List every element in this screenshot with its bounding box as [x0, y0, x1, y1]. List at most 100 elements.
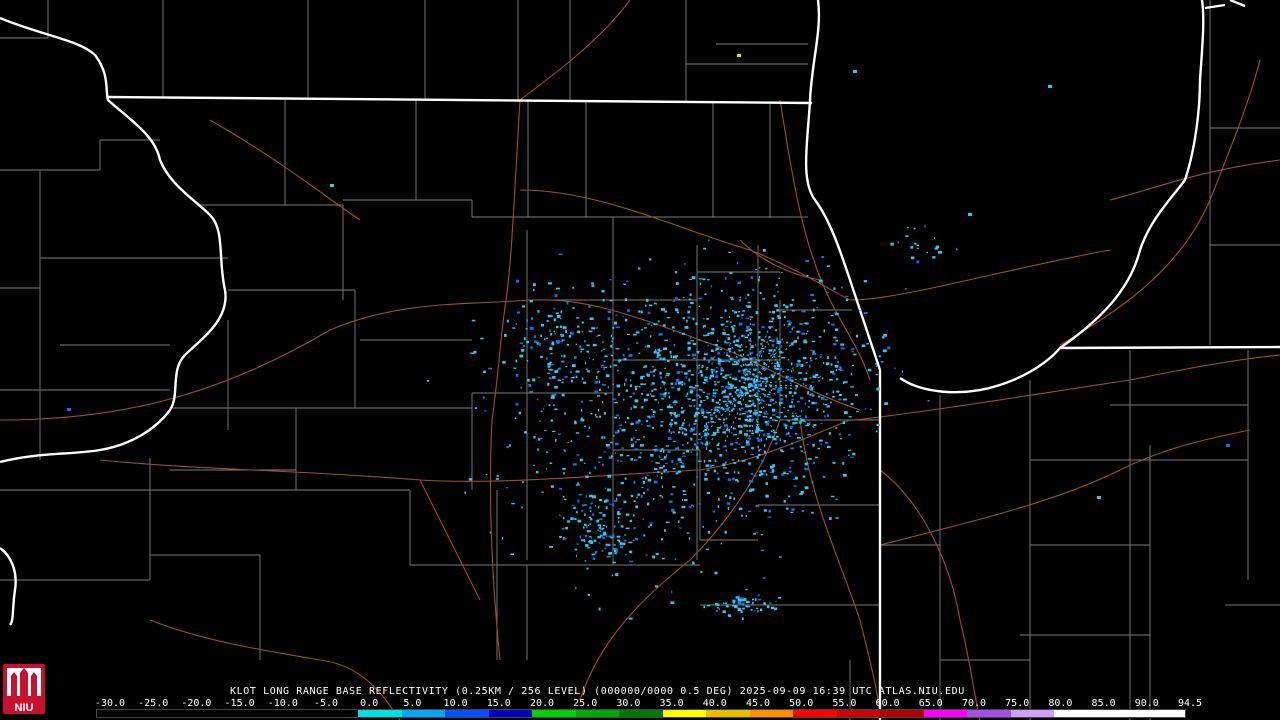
echo-pixel [649, 370, 653, 373]
colorbar-segment [401, 710, 446, 717]
echo-pixel [625, 389, 629, 392]
echo-pixel [726, 502, 731, 505]
echo-pixel [737, 281, 741, 284]
echo-pixel [750, 609, 753, 611]
echo-pixel [675, 362, 679, 366]
echo-pixel [661, 448, 664, 450]
echo-pixel [767, 413, 769, 415]
colorbar-segment [1054, 710, 1098, 717]
echo-pixel [779, 438, 781, 441]
echo-pixel [771, 317, 775, 320]
echo-pixel [624, 298, 627, 301]
echo-pixel [621, 447, 624, 449]
echo-pixel [702, 430, 704, 432]
echo-pixel [722, 431, 727, 434]
echo-pixel [613, 544, 616, 546]
echo-pixel [618, 516, 620, 519]
product-title: KLOT LONG RANGE BASE REFLECTIVITY (0.25K… [230, 686, 965, 697]
echo-pixel [772, 388, 776, 390]
echo-pixel [682, 452, 685, 455]
echo-pixel [720, 523, 723, 525]
echo-pixel [826, 414, 830, 417]
echo-pixel [812, 308, 815, 312]
echo-pixel [703, 399, 706, 401]
echo-pixel [733, 324, 736, 327]
echo-pixel [749, 479, 754, 483]
echo-pixel [544, 430, 547, 432]
echo-pixel [664, 392, 667, 394]
colorbar-segment [749, 710, 794, 717]
echo-pixel [729, 272, 733, 275]
echo-pixel [650, 324, 652, 326]
echo-pixel [602, 464, 604, 467]
colorbar-label: 0.0 [360, 698, 379, 709]
echo-pixel [956, 248, 958, 251]
echo-pixel [812, 299, 816, 302]
echo-pixel [817, 447, 821, 450]
echo-pixel [562, 468, 566, 470]
echo-pixel [604, 547, 607, 549]
echo-pixel [712, 343, 716, 345]
echo-pixel [611, 340, 613, 342]
echo-pixel [706, 548, 709, 550]
echo-pixel [680, 371, 684, 373]
echo-pixel [577, 482, 579, 485]
echo-pixel [731, 431, 733, 434]
echo-pixel [713, 431, 717, 435]
echo-pixel [787, 359, 790, 361]
echo-pixel [67, 408, 71, 411]
echo-pixel [615, 548, 619, 551]
echo-pixel [599, 388, 601, 391]
echo-pixel [713, 469, 717, 473]
echo-pixel [583, 526, 585, 529]
echo-pixel [715, 348, 717, 352]
echo-pixel [827, 445, 831, 449]
echo-pixel [684, 372, 688, 375]
echo-pixel [842, 474, 847, 477]
echo-pixel [692, 429, 695, 431]
echo-pixel [740, 394, 744, 397]
echo-pixel [721, 392, 723, 395]
logo-text: NIU [15, 702, 34, 714]
echo-pixel [588, 305, 591, 308]
echo-pixel [585, 368, 588, 370]
echo-pixel [798, 421, 802, 424]
echo-pixel [594, 413, 597, 417]
echo-pixel [537, 448, 539, 451]
echo-pixel [732, 477, 735, 481]
echo-pixel [708, 239, 710, 242]
echo-pixel [726, 354, 728, 357]
echo-pixel [658, 401, 660, 404]
echo-pixel [763, 473, 765, 476]
echo-pixel [711, 327, 715, 331]
echo-pixel [850, 386, 854, 388]
echo-pixel [673, 344, 675, 347]
echo-pixel [935, 245, 940, 249]
echo-pixel [827, 321, 830, 324]
echo-pixel [698, 339, 701, 341]
echo-pixel [666, 471, 669, 473]
colorbar-segment [575, 710, 620, 717]
echo-pixel [808, 400, 810, 402]
echo-pixel [884, 335, 886, 337]
echo-pixel [739, 345, 741, 348]
echo-pixel [745, 364, 750, 366]
echo-pixel [676, 311, 680, 314]
echo-pixel [843, 398, 847, 401]
echo-pixel [870, 408, 872, 410]
echo-pixel [783, 324, 785, 326]
echo-pixel [587, 593, 590, 596]
echo-pixel [548, 404, 551, 407]
echo-pixel [794, 422, 798, 424]
echo-pixel [740, 446, 745, 448]
echo-pixel [863, 312, 868, 314]
echo-pixel [678, 381, 682, 385]
echo-pixel [597, 334, 601, 336]
echo-pixel [672, 486, 676, 488]
echo-pixel [632, 392, 635, 395]
echo-pixel [615, 442, 619, 446]
echo-pixel [579, 458, 583, 462]
echo-pixel [829, 517, 832, 520]
echo-pixel [516, 279, 520, 283]
echo-pixel [755, 532, 759, 534]
